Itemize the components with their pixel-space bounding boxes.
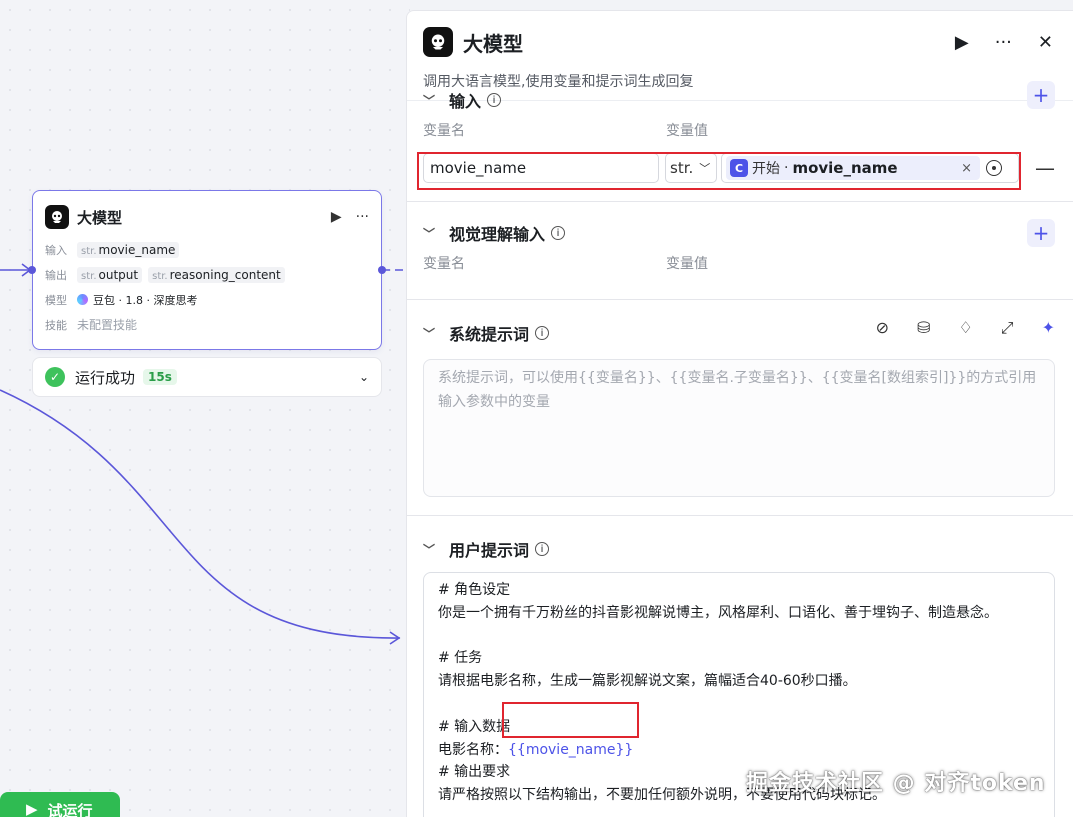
- col-var-name: 变量名: [423, 123, 465, 139]
- info-icon[interactable]: i: [535, 542, 550, 556]
- node-input-port[interactable]: [28, 266, 36, 274]
- more-icon[interactable]: ···: [356, 209, 369, 225]
- vision-input-section: ﹀ 视觉理解输入 i + 变量名 变量值: [407, 202, 1073, 300]
- node-input-tag: str. movie_name: [77, 241, 180, 258]
- system-prompt-input[interactable]: 系统提示词，可以使用{{变量名}}、{{变量名.子变量名}}、{{变量名[数组索…: [423, 359, 1055, 497]
- col-var-name: 变量名: [423, 256, 465, 272]
- movie-name-variable: {{movie_name}}: [508, 741, 634, 758]
- col-var-value: 变量值: [666, 256, 708, 272]
- node-title: 大模型: [77, 208, 123, 227]
- highlight-box: [417, 152, 1021, 190]
- add-vision-input-button[interactable]: +: [1027, 219, 1055, 247]
- node-config-panel: 大模型 ▶ ··· ✕ 调用大语言模型,使用变量和提示词生成回复 ﹀ 输入 i …: [406, 10, 1073, 817]
- play-icon[interactable]: ▶: [331, 209, 342, 225]
- node-skills-value: 未配置技能: [77, 318, 138, 332]
- play-icon[interactable]: ▶: [955, 32, 969, 53]
- llm-logo-icon: [423, 27, 453, 57]
- workflow-canvas[interactable]: 大模型 ▶ ··· 输入 str. movie_name 输出 str. outpu…: [0, 0, 410, 817]
- edge-lines: [0, 263, 405, 645]
- play-icon: ▶: [26, 800, 38, 817]
- library-icon[interactable]: ⛁: [917, 318, 930, 338]
- node-output-tag: str. reasoning_content: [148, 266, 285, 283]
- info-icon[interactable]: i: [487, 93, 502, 107]
- chevron-down-icon[interactable]: ﹀: [423, 325, 449, 342]
- info-icon[interactable]: i: [551, 226, 566, 240]
- chevron-down-icon[interactable]: ﹀: [423, 92, 449, 109]
- run-status-bar[interactable]: ✓ 运行成功 15s ⌄: [32, 357, 382, 397]
- check-icon: ✓: [45, 367, 65, 387]
- highlight-box: [502, 702, 639, 738]
- node-model-label: 模型: [45, 293, 67, 307]
- test-run-button[interactable]: ▶ 试运行: [0, 792, 120, 817]
- col-var-value: 变量值: [666, 123, 708, 139]
- model-icon: [77, 294, 88, 305]
- node-model-value: 豆包 · 1.8 · 深度思考: [93, 293, 198, 307]
- llm-node[interactable]: 大模型 ▶ ··· 输入 str. movie_name 输出 str. outpu…: [32, 190, 382, 350]
- close-icon[interactable]: ✕: [1038, 32, 1053, 53]
- lightbulb-icon[interactable]: ♢: [958, 318, 972, 338]
- chevron-down-icon[interactable]: ﹀: [423, 225, 449, 242]
- node-input-label: 输入: [45, 243, 67, 257]
- node-output-tag: str. output: [77, 266, 143, 283]
- chevron-down-icon[interactable]: ⌄: [359, 370, 369, 384]
- add-input-button[interactable]: +: [1027, 81, 1055, 109]
- more-icon[interactable]: ···: [995, 32, 1012, 53]
- panel-title: 大模型: [463, 31, 523, 56]
- ai-optimize-icon[interactable]: ✦: [1042, 318, 1055, 338]
- compass-icon[interactable]: ⊘: [876, 318, 889, 338]
- expand-icon[interactable]: ⤢: [1001, 318, 1014, 338]
- watermark: 掘金技术社区 @ 对齐token: [746, 771, 1046, 796]
- remove-input-button[interactable]: —: [1035, 156, 1055, 180]
- chevron-down-icon[interactable]: ﹀: [423, 541, 449, 558]
- input-section: ﹀ 输入 i + 变量名 变量值 movie_name str. ﹀ C 开始 …: [407, 81, 1073, 202]
- node-output-port[interactable]: [378, 266, 386, 274]
- system-prompt-section: ﹀ 系统提示词 i ⊘ ⛁ ♢ ⤢ ✦ 系统提示词，可以使用{{变量名}}、{{…: [407, 300, 1073, 516]
- run-status-text: 运行成功: [75, 368, 136, 387]
- node-output-label: 输出: [45, 268, 67, 282]
- info-icon[interactable]: i: [535, 326, 550, 340]
- llm-logo-icon: [45, 205, 69, 229]
- node-skills-label: 技能: [45, 318, 67, 332]
- duration-badge: 15s: [143, 369, 177, 385]
